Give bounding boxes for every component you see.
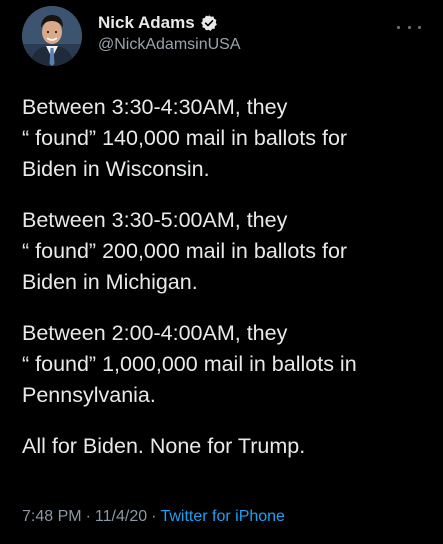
- dot: [397, 25, 400, 29]
- name-row: Nick Adams: [98, 12, 241, 34]
- tweet-date[interactable]: 11/4/20: [95, 508, 147, 526]
- tweet-header: Nick Adams @NickAdamsinUSA: [22, 6, 422, 66]
- tweet-time[interactable]: 7:48 PM: [22, 508, 82, 526]
- more-options-icon[interactable]: [397, 20, 421, 34]
- author-info: Nick Adams @NickAdamsinUSA: [98, 12, 241, 54]
- handle[interactable]: @NickAdamsinUSA: [98, 36, 241, 54]
- profile-photo-icon: [22, 6, 82, 66]
- meta-separator: ·: [151, 508, 157, 525]
- dot: [418, 25, 421, 29]
- display-name[interactable]: Nick Adams: [98, 13, 195, 33]
- meta-separator: ·: [85, 508, 91, 525]
- verified-badge-icon: [200, 14, 218, 32]
- tweet-paragraph: All for Biden. None for Trump.: [22, 434, 306, 458]
- tweet-paragraph: Between 3:30-5:00AM, they “ found” 200,0…: [22, 208, 348, 294]
- tweet-source-link[interactable]: Twitter for iPhone: [160, 508, 285, 526]
- avatar[interactable]: [22, 6, 82, 66]
- tweet-paragraph: Between 2:00-4:00AM, they “ found” 1,000…: [22, 321, 357, 407]
- tweet-meta: 7:48 PM · 11/4/20 · Twitter for iPhone: [22, 508, 285, 526]
- tweet-paragraph: Between 3:30-4:30AM, they “ found” 140,0…: [22, 95, 348, 181]
- tweet-text: Between 3:30-4:30AM, they “ found” 140,0…: [22, 92, 427, 462]
- dot: [407, 25, 411, 29]
- tweet-card: Nick Adams @NickAdamsinUSA Between 3:30-…: [0, 0, 443, 544]
